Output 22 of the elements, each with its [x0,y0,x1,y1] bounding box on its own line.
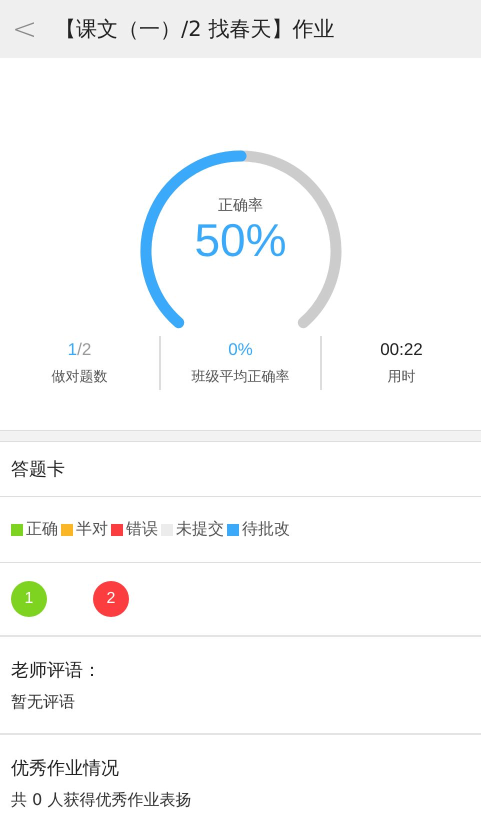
page-title: 【课文（一）/2 找春天】作业 [55,16,334,43]
stat-value: 1/2 [68,340,92,360]
gauge-label: 正确率 [218,196,263,215]
legend-label: 错误 [126,519,158,540]
stat-value: 00:22 [380,340,423,360]
back-button[interactable]: < [8,12,42,46]
section-title: 答题卡 [11,458,65,481]
legend-label: 未提交 [176,519,224,540]
question-number[interactable]: 1 [11,581,47,617]
legend-label: 半对 [76,519,108,540]
comment-text: 暂无评语 [11,692,76,712]
section-title: 老师评语： [11,658,102,682]
stat-value: 0% [228,340,253,360]
stat-label: 班级平均正确率 [192,368,290,386]
section-title: 优秀作业情况 [11,756,120,780]
question-number[interactable]: 2 [93,581,129,617]
stat-label: 做对题数 [52,368,108,386]
stat-label: 用时 [388,368,416,386]
gauge-value: 50% [194,215,287,266]
excellent-summary: 共 0 人获得优秀作业表扬 [11,790,192,810]
legend-label: 正确 [26,519,58,540]
legend-label: 待批改 [242,519,290,540]
